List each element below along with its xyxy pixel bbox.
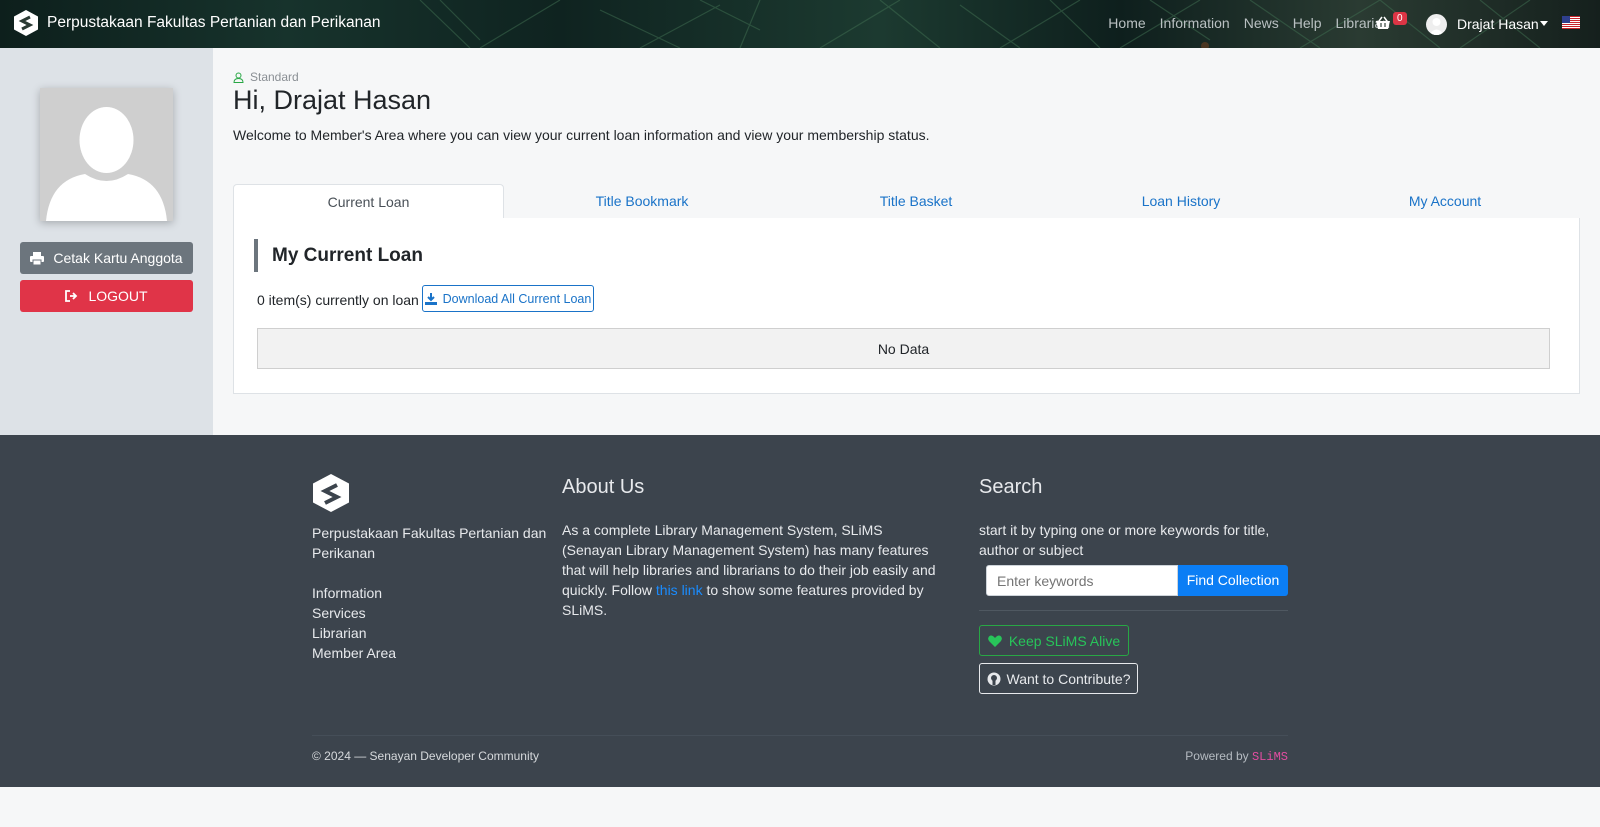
footer-link-member-area[interactable]: Member Area: [312, 643, 396, 663]
copyright: © 2024 — Senayan Developer Community: [312, 749, 539, 763]
print-member-card-label: Cetak Kartu Anggota: [53, 250, 183, 266]
download-current-loan-label: Download All Current Loan: [442, 291, 592, 306]
sign-out-icon: [65, 290, 78, 302]
print-member-card-button[interactable]: Cetak Kartu Anggota: [20, 242, 193, 274]
printer-icon: [30, 251, 45, 265]
page-bottom: [0, 787, 1600, 827]
footer-links: Information Services Librarian Member Ar…: [312, 583, 396, 663]
heart-icon: [987, 635, 1002, 647]
about-link[interactable]: this link: [656, 582, 703, 598]
keep-slims-alive-label: Keep SLiMS Alive: [1008, 632, 1121, 649]
member-type-label: Standard: [250, 70, 299, 84]
nav-home[interactable]: Home: [1108, 15, 1145, 31]
logout-label: LOGOUT: [88, 288, 148, 304]
basket-button[interactable]: 0: [1373, 12, 1407, 34]
contribute-button[interactable]: Want to Contribute?: [979, 663, 1138, 694]
divider: [979, 610, 1288, 611]
tab-my-account[interactable]: My Account: [1310, 184, 1580, 219]
user-outline-icon: [233, 72, 244, 83]
footer-link-services[interactable]: Services: [312, 603, 396, 623]
search-heading: Search: [979, 476, 1043, 498]
download-current-loan-button[interactable]: Download All Current Loan: [422, 285, 594, 312]
member-tabs: Current Loan Title Bookmark Title Basket…: [233, 184, 1580, 219]
member-photo: [40, 88, 173, 221]
slims-link[interactable]: SLiMS: [1252, 750, 1288, 764]
loan-table-empty: No Data: [257, 328, 1550, 369]
user-avatar-icon: [1429, 18, 1444, 35]
member-area-main: Standard Hi, Drajat Hasan Welcome to Mem…: [213, 48, 1600, 435]
basket-count-badge: 0: [1393, 12, 1407, 25]
chevron-down-icon[interactable]: [1540, 21, 1548, 26]
tab-title-bookmark[interactable]: Title Bookmark: [504, 184, 780, 219]
search-description: start it by typing one or more keywords …: [979, 522, 1270, 558]
about-heading: About Us: [562, 476, 645, 498]
github-icon: [987, 672, 1000, 685]
footer-library-name: Perpustakaan Fakultas Pertanian dan Peri…: [312, 525, 547, 561]
footer-divider: [312, 735, 1288, 736]
basket-icon: [1376, 16, 1390, 29]
footer-link-librarian[interactable]: Librarian: [312, 623, 396, 643]
user-menu-toggle[interactable]: Drajat Hasan: [1457, 16, 1539, 32]
user-avatar[interactable]: [1426, 14, 1447, 35]
current-loan-panel: My Current Loan 0 item(s) currently on l…: [233, 218, 1580, 394]
nav-information[interactable]: Information: [1160, 15, 1230, 31]
logout-button[interactable]: LOGOUT: [20, 280, 193, 312]
search-input[interactable]: [986, 565, 1178, 596]
tab-loan-history[interactable]: Loan History: [1052, 184, 1310, 219]
contribute-label: Want to Contribute?: [1006, 670, 1131, 687]
site-title: Perpustakaan Fakultas Pertanian dan Peri…: [47, 14, 381, 31]
powered-by-text: Powered by: [1185, 749, 1249, 763]
brand[interactable]: Perpustakaan Fakultas Pertanian dan Peri…: [13, 9, 380, 37]
nav-news[interactable]: News: [1244, 15, 1279, 31]
loan-count-text: 0 item(s) currently on loan |: [257, 292, 427, 308]
slims-logo-icon: [14, 10, 38, 36]
tab-current-loan[interactable]: Current Loan: [233, 184, 504, 219]
download-icon: [424, 292, 437, 305]
us-flag-icon[interactable]: [1562, 16, 1580, 29]
member-type: Standard: [233, 70, 299, 84]
panel-title: My Current Loan: [254, 239, 423, 272]
slims-logo-icon: [313, 474, 349, 512]
user-silhouette-icon: [46, 107, 167, 221]
footer-link-information[interactable]: Information: [312, 583, 396, 603]
main-nav: Home Information News Help Librarian: [1108, 15, 1390, 31]
about-text: As a complete Library Management System,…: [562, 520, 937, 620]
tab-title-basket[interactable]: Title Basket: [780, 184, 1052, 219]
keep-slims-alive-button[interactable]: Keep SLiMS Alive: [979, 625, 1129, 656]
powered-by: Powered by SLiMS: [1185, 749, 1288, 764]
member-sidebar: Cetak Kartu Anggota LOGOUT: [0, 48, 213, 435]
greeting-heading: Hi, Drajat Hasan: [233, 85, 432, 115]
nav-help[interactable]: Help: [1293, 15, 1322, 31]
site-footer: Perpustakaan Fakultas Pertanian dan Peri…: [0, 435, 1600, 787]
find-collection-button[interactable]: Find Collection: [1178, 565, 1288, 596]
top-navbar: Perpustakaan Fakultas Pertanian dan Peri…: [0, 0, 1600, 48]
welcome-text: Welcome to Member's Area where you can v…: [233, 127, 930, 143]
